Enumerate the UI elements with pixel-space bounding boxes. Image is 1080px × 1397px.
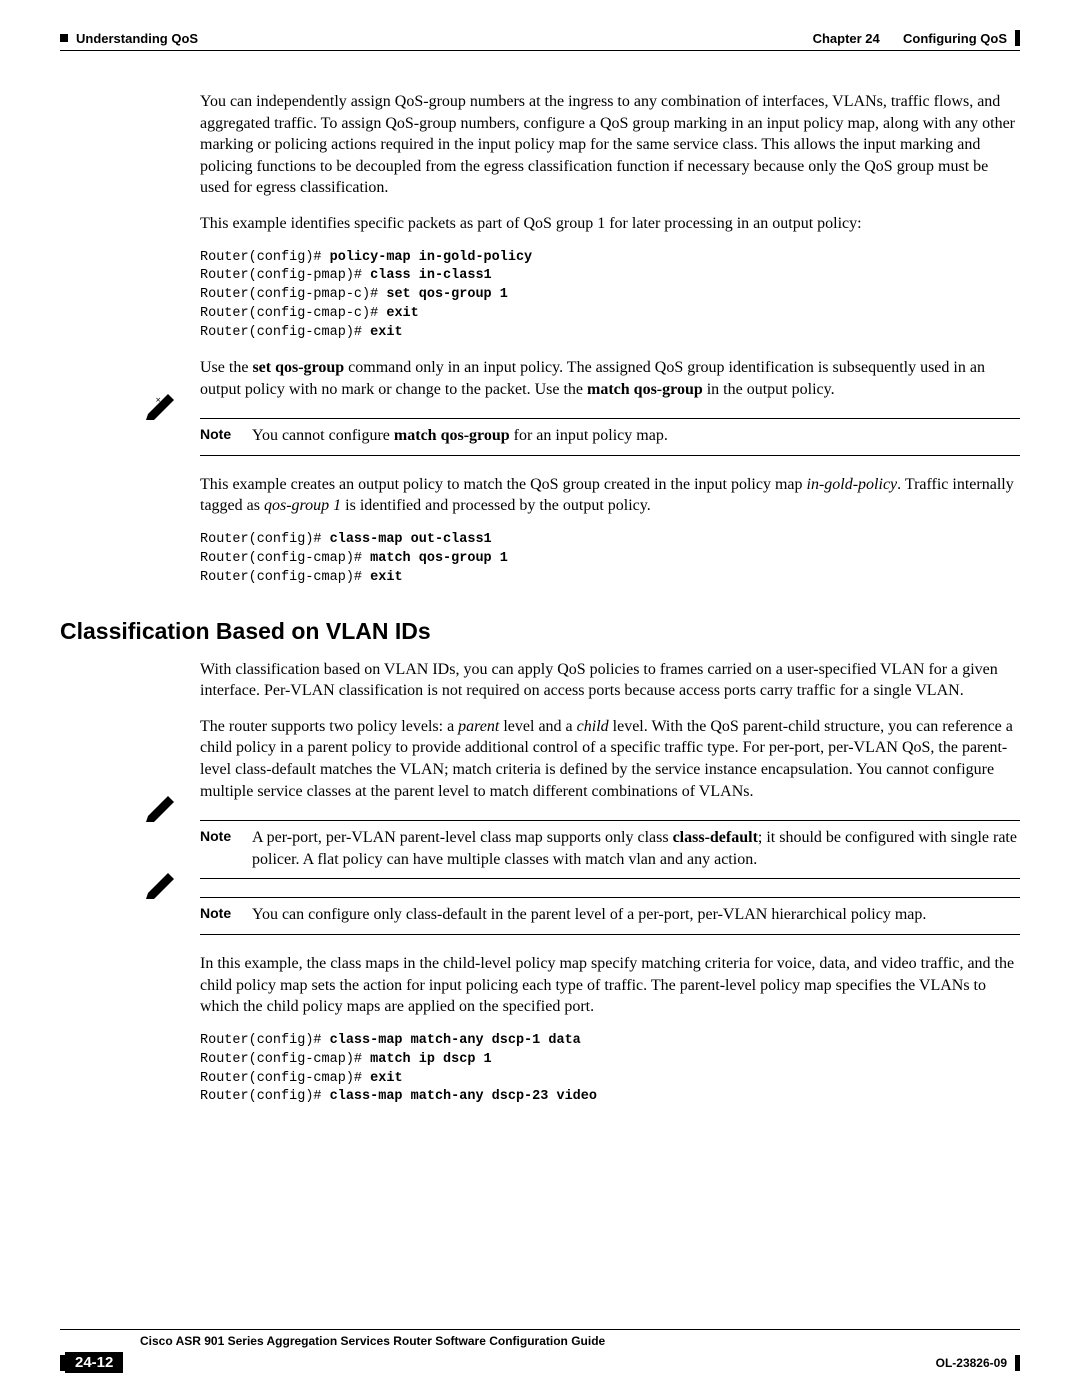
page-header: Understanding QoS Chapter 24 Configuring… xyxy=(60,30,1020,46)
note-label: Note xyxy=(200,425,252,447)
content-column: You can independently assign QoS-group n… xyxy=(200,91,1020,588)
text-italic: in-gold-policy xyxy=(807,476,898,493)
code-cmd: class-map out-class1 xyxy=(330,532,492,547)
code-prompt: Router(config-cmap)# xyxy=(200,570,370,585)
square-bullet-icon xyxy=(60,34,68,42)
pencil-icon xyxy=(146,871,180,899)
text: for an input policy map. xyxy=(510,427,668,444)
note-text: A per-port, per-VLAN parent-level class … xyxy=(252,827,1020,870)
code-cmd: exit xyxy=(370,325,402,340)
note-label: Note xyxy=(200,827,252,870)
code-cmd: match qos-group 1 xyxy=(370,551,508,566)
paragraph: This example creates an output policy to… xyxy=(200,474,1020,517)
chapter-number: Chapter 24 xyxy=(813,31,880,46)
footer-guide-title: Cisco ASR 901 Series Aggregation Service… xyxy=(140,1334,1020,1348)
paragraph: You can independently assign QoS-group n… xyxy=(200,91,1020,199)
code-cmd: match ip dscp 1 xyxy=(370,1052,492,1067)
code-cmd: exit xyxy=(386,306,418,321)
text-bold: match qos-group xyxy=(587,381,703,398)
header-rule xyxy=(60,50,1020,51)
code-block: Router(config)# class-map out-class1 Rou… xyxy=(200,531,1020,588)
code-prompt: Router(config-pmap)# xyxy=(200,268,370,283)
code-prompt: Router(config-cmap)# xyxy=(200,325,370,340)
text: is identified and processed by the outpu… xyxy=(341,497,651,514)
code-cmd: exit xyxy=(370,570,402,585)
text: Use the xyxy=(200,359,252,376)
paragraph: In this example, the class maps in the c… xyxy=(200,953,1020,1018)
text: This example creates an output policy to… xyxy=(200,476,807,493)
text-italic: qos-group 1 xyxy=(264,497,341,514)
code-block: Router(config)# policy-map in-gold-polic… xyxy=(200,249,1020,343)
code-cmd: exit xyxy=(370,1071,402,1086)
text-bold: class-default xyxy=(673,829,758,846)
doc-id: OL-23826-09 xyxy=(936,1356,1007,1370)
text: level and a xyxy=(499,718,576,735)
code-block: Router(config)# class-map match-any dscp… xyxy=(200,1032,1020,1108)
note-block: Note A per-port, per-VLAN parent-level c… xyxy=(200,820,1020,879)
header-left: Understanding QoS xyxy=(60,30,198,46)
page: Understanding QoS Chapter 24 Configuring… xyxy=(0,0,1080,1397)
code-prompt: Router(config-cmap)# xyxy=(200,551,370,566)
code-prompt: Router(config)# xyxy=(200,1089,330,1104)
text-italic: child xyxy=(577,718,609,735)
page-footer: Cisco ASR 901 Series Aggregation Service… xyxy=(60,1329,1020,1373)
paragraph: The router supports two policy levels: a… xyxy=(200,716,1020,802)
text-bold: set qos-group xyxy=(252,359,344,376)
code-cmd: class in-class1 xyxy=(370,268,492,283)
code-cmd: class-map match-any dscp-23 video xyxy=(330,1089,597,1104)
pencil-icon xyxy=(146,794,180,822)
bar-icon xyxy=(1015,30,1020,46)
header-right: Chapter 24 Configuring QoS xyxy=(813,30,1020,46)
text: A per-port, per-VLAN parent-level class … xyxy=(252,829,673,846)
pencil-icon xyxy=(146,392,180,420)
page-number: 24-12 xyxy=(65,1352,123,1373)
code-prompt: Router(config)# xyxy=(200,532,330,547)
paragraph: This example identifies specific packets… xyxy=(200,213,1020,235)
code-prompt: Router(config)# xyxy=(200,250,330,265)
code-prompt: Router(config)# xyxy=(200,1033,330,1048)
note-block: Note You can configure only class-defaul… xyxy=(200,897,1020,935)
code-cmd: class-map match-any dscp-1 data xyxy=(330,1033,581,1048)
note-text: You can configure only class-default in … xyxy=(252,904,926,926)
content-column: With classification based on VLAN IDs, y… xyxy=(200,659,1020,1108)
text: in the output policy. xyxy=(703,381,835,398)
paragraph: With classification based on VLAN IDs, y… xyxy=(200,659,1020,702)
section-title: Understanding QoS xyxy=(76,31,198,46)
text: You cannot configure xyxy=(252,427,394,444)
footer-doc-id: OL-23826-09 xyxy=(936,1355,1020,1371)
text-italic: parent xyxy=(458,718,499,735)
paragraph: Use the set qos-group command only in an… xyxy=(200,357,1020,400)
note-block: Note You cannot configure match qos-grou… xyxy=(200,418,1020,456)
note-label: Note xyxy=(200,904,252,926)
code-prompt: Router(config-cmap)# xyxy=(200,1071,370,1086)
bar-icon xyxy=(1015,1355,1020,1371)
code-prompt: Router(config-cmap-c)# xyxy=(200,306,386,321)
text: The router supports two policy levels: a xyxy=(200,718,458,735)
code-cmd: policy-map in-gold-policy xyxy=(330,250,533,265)
note-text: You cannot configure match qos-group for… xyxy=(252,425,668,447)
chapter-title: Configuring QoS xyxy=(903,31,1007,46)
text-bold: match qos-group xyxy=(394,427,510,444)
code-prompt: Router(config-cmap)# xyxy=(200,1052,370,1067)
code-prompt: Router(config-pmap-c)# xyxy=(200,287,386,302)
heading-classification: Classification Based on VLAN IDs xyxy=(60,618,1020,645)
code-cmd: set qos-group 1 xyxy=(386,287,508,302)
